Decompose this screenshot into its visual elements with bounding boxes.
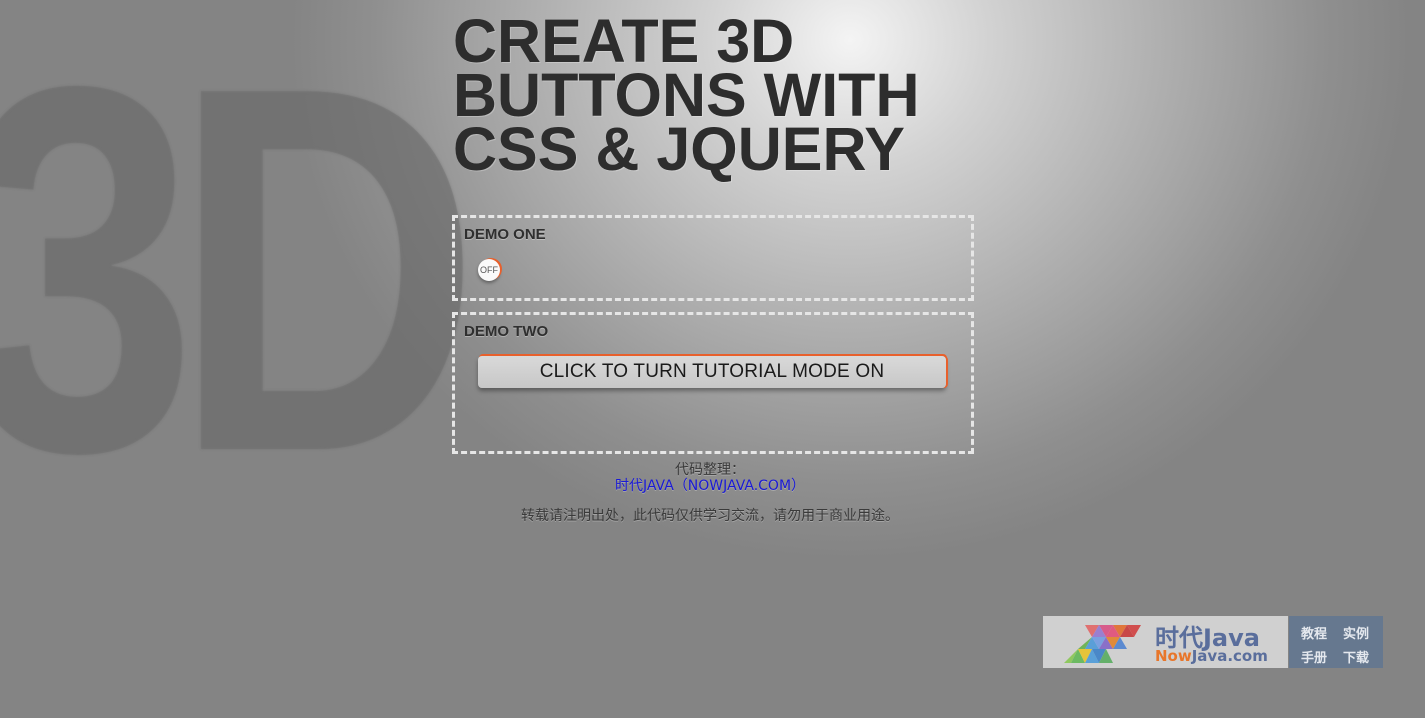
logo-tag-example: 实例 [1343,627,1370,642]
logo-tag-manual: 手册 [1301,651,1328,666]
off-toggle-button[interactable]: OFF [478,259,500,281]
page-title-line-1: CREATE 3D [453,7,795,75]
tutorial-mode-button[interactable]: CLICK TO TURN TUTORIAL MODE ON [478,356,946,388]
demo-one-panel: DEMO ONE OFF [452,215,974,301]
logo-domain: NowJava.com [1155,647,1268,665]
triangle-mosaic-icon [1064,625,1141,663]
organized-by-label: 代码整理： [675,462,745,478]
logo-tags-panel: 教程 实例 手册 下载 [1289,616,1383,668]
logo-tag-download: 下载 [1343,651,1370,666]
copyright-notice: 转载请注明出处，此代码仅供学习交流，请勿用于商业用途。 [521,508,899,524]
off-toggle-label: OFF [480,265,498,275]
logo-domain-rest: Java.com [1191,647,1268,665]
logo-tag-tutorial: 教程 [1301,627,1328,642]
nowjava-logo[interactable]: 时代Java NowJava.com 教程 实例 手册 下载 [1043,616,1383,668]
background-3d-watermark: 3D [0,0,480,560]
logo-main-panel: 时代Java NowJava.com [1043,616,1288,668]
tutorial-mode-button-label: CLICK TO TURN TUTORIAL MODE ON [539,361,885,382]
page-title-line-3: CSS & JQUERY [453,115,905,183]
demo-two-label: DEMO TWO [464,323,549,340]
logo-domain-now: Now [1155,647,1192,665]
page-title: CREATE 3D BUTTONS WITH CSS & JQUERY [453,7,953,183]
site-link[interactable]: 时代JAVA（NOWJAVA.COM） [615,478,805,494]
site-link-line: 时代JAVA（NOWJAVA.COM） [452,478,968,495]
page-title-line-2: BUTTONS WITH [453,61,920,129]
demo-two-panel: DEMO TWO CLICK TO TURN TUTORIAL MODE ON [452,312,974,454]
demo-one-label: DEMO ONE [464,226,546,243]
